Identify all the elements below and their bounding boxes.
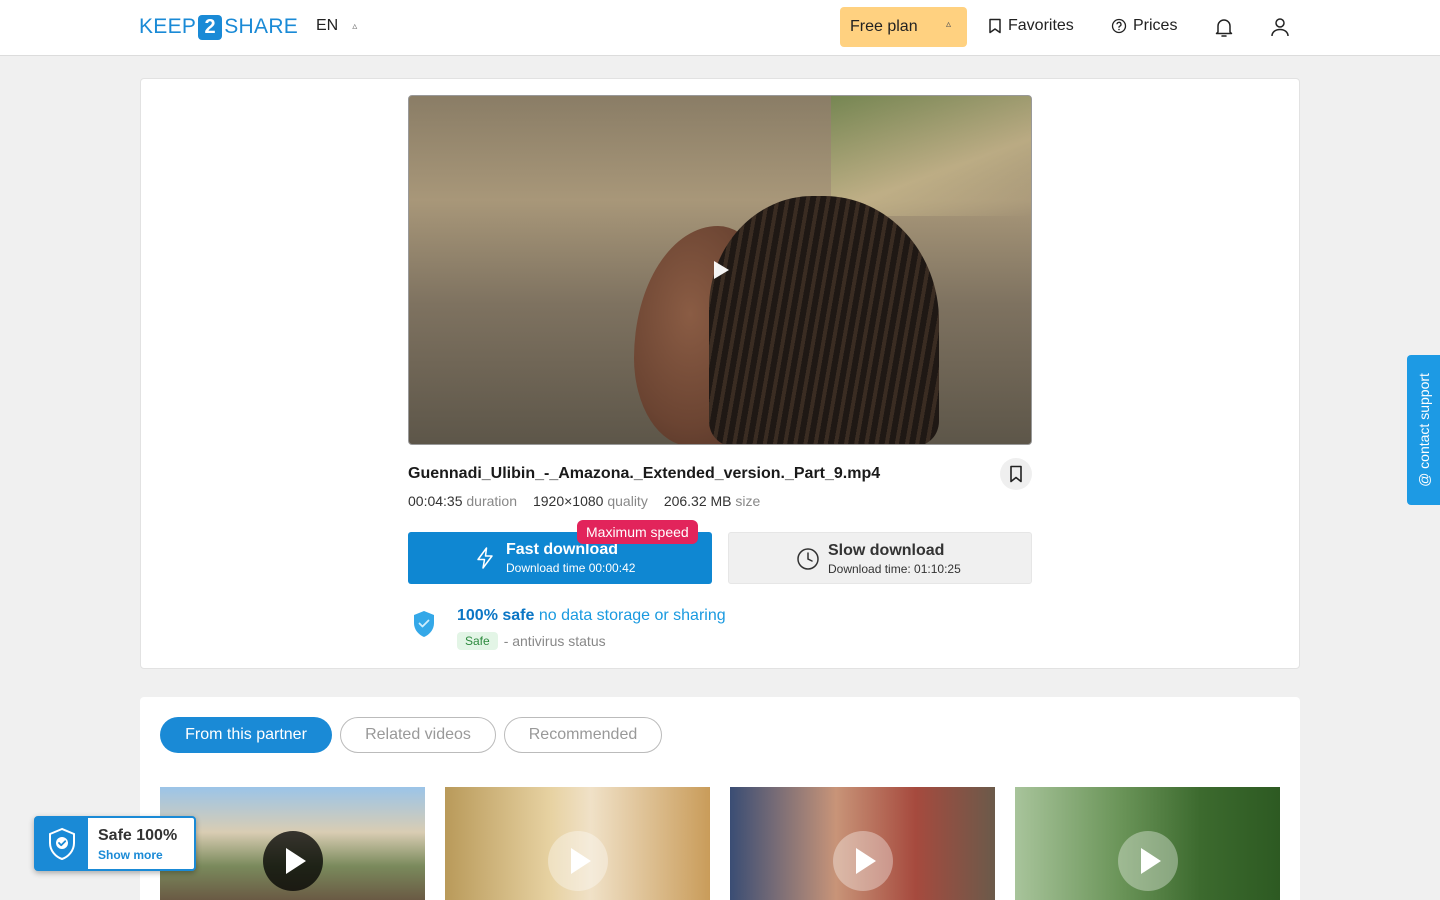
safe-status-pill: Safe: [457, 632, 498, 650]
play-icon[interactable]: [832, 831, 893, 891]
video-thumbnail[interactable]: [730, 787, 995, 900]
help-circle-icon: [1111, 18, 1127, 34]
play-icon[interactable]: [547, 831, 608, 891]
add-to-favorites-button[interactable]: [1000, 458, 1032, 490]
maximum-speed-badge: Maximum speed: [577, 520, 698, 544]
antivirus-status-text: - antivirus status: [503, 633, 606, 649]
show-more-link[interactable]: Show more: [98, 848, 163, 862]
shield-check-icon: [414, 611, 434, 637]
slow-download-time: Download time: 01:10:25: [828, 562, 961, 576]
contact-support-label: @ contact support: [1415, 373, 1432, 487]
bookmark-icon: [989, 18, 1001, 34]
clock-icon: [797, 548, 819, 570]
duration: 00:04:35 duration: [408, 493, 517, 509]
free-plan-dropdown[interactable]: Free plan ▵: [840, 7, 967, 47]
play-icon[interactable]: [714, 261, 729, 279]
file-name: Guennadi_Ulibin_-_Amazona._Extended_vers…: [408, 465, 881, 482]
language-selector[interactable]: EN ▵: [316, 17, 357, 35]
lightning-icon: [477, 547, 493, 569]
slow-download-button[interactable]: Slow download Download time: 01:10:25: [728, 532, 1032, 584]
video-background: [831, 96, 1031, 216]
video-thumbnail[interactable]: [1015, 787, 1280, 900]
logo-keep: KEEP: [139, 15, 197, 38]
contact-support-tab[interactable]: @ contact support: [1407, 355, 1440, 505]
bell-icon: [1215, 19, 1233, 37]
prices-label: Prices: [1133, 17, 1178, 34]
file-size: 206.32 MB size: [663, 493, 761, 509]
tab-from-this-partner[interactable]: From this partner: [160, 717, 332, 753]
tab-recommended[interactable]: Recommended: [504, 717, 662, 753]
safety-statement: 100% safe no data storage or sharing: [457, 607, 726, 624]
video-thumbnail[interactable]: [160, 787, 425, 900]
logo-number: 2: [198, 14, 223, 40]
plan-label: Free plan: [850, 18, 918, 35]
play-icon[interactable]: [1117, 831, 1178, 891]
logo-share: SHARE: [224, 15, 299, 38]
bookmark-icon: [1010, 465, 1022, 483]
user-icon: [1271, 18, 1289, 37]
prices-link[interactable]: Prices: [1111, 17, 1177, 35]
badge-shield: [36, 818, 88, 869]
notifications-button[interactable]: [1212, 15, 1236, 39]
account-button[interactable]: [1268, 15, 1292, 39]
video-subject-hair: [709, 196, 939, 444]
top-header: KEEP 2 SHARE EN ▵ Free plan ▵ Favorites Pr…: [0, 0, 1440, 56]
safe-100-badge[interactable]: Safe 100% Show more: [34, 816, 196, 871]
video-thumbnail[interactable]: [445, 787, 710, 900]
language-label: EN: [316, 17, 339, 34]
file-meta: 00:04:35 duration 1920×1080 quality 206.…: [408, 493, 760, 509]
chevron-up-icon: ▵: [352, 20, 358, 32]
safe-badge-title: Safe 100%: [98, 827, 178, 844]
slow-download-title: Slow download: [828, 542, 945, 559]
video-preview[interactable]: [408, 95, 1032, 445]
favorites-label: Favorites: [1008, 17, 1074, 34]
shield-check-icon: [49, 827, 75, 860]
chevron-up-icon: ▵: [945, 19, 951, 30]
fast-download-time: Download time 00:00:42: [506, 561, 636, 575]
antivirus-status: Safe - antivirus status: [457, 632, 606, 650]
favorites-link[interactable]: Favorites: [988, 17, 1074, 35]
tab-related-videos[interactable]: Related videos: [340, 717, 496, 753]
quality: 1920×1080 quality: [532, 493, 648, 509]
keep2share-logo[interactable]: KEEP 2 SHARE: [139, 14, 298, 40]
play-icon[interactable]: [262, 831, 323, 891]
